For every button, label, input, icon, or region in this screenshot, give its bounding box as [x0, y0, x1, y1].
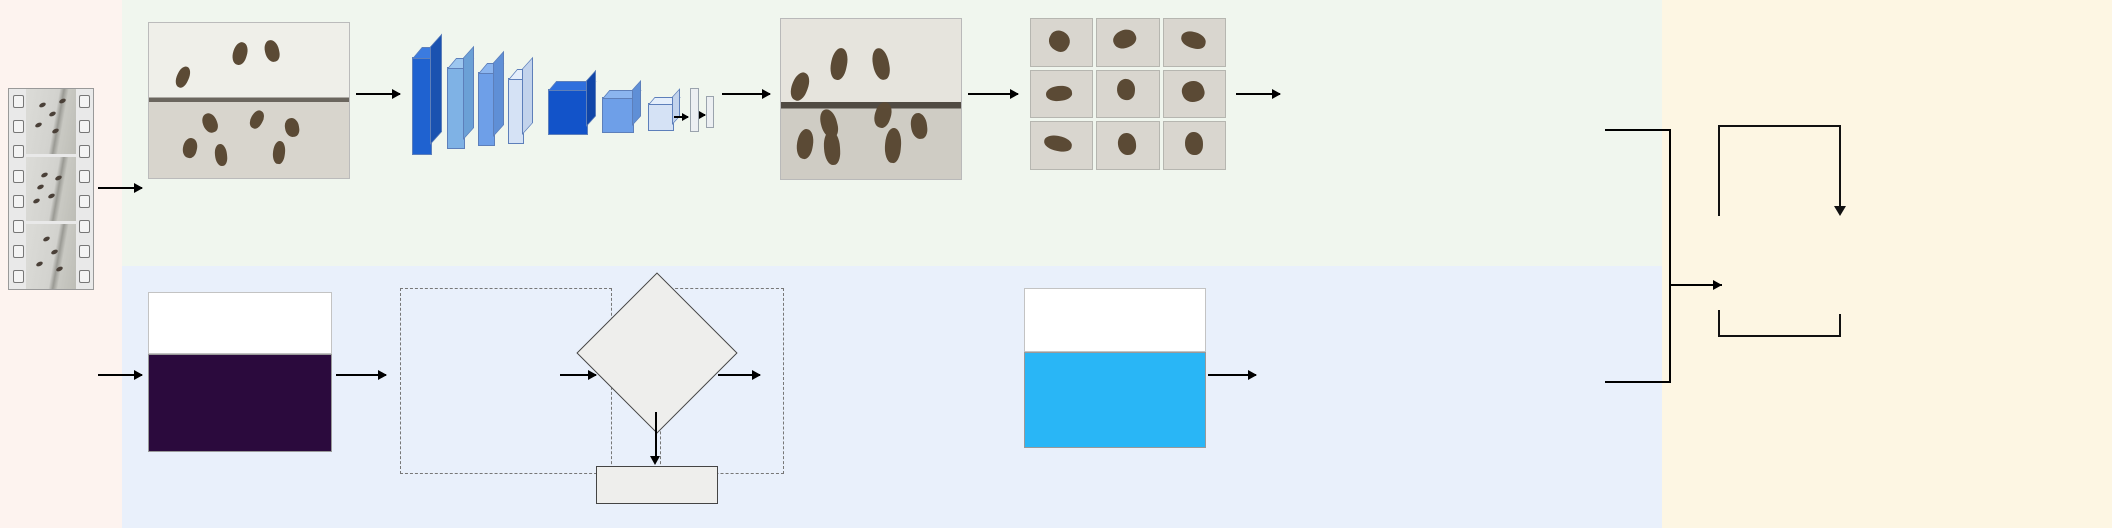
filmstrip-frames — [26, 89, 76, 290]
bee-detection-image — [780, 18, 962, 180]
yolo-layer-6 — [602, 80, 642, 133]
cnn-block1-group — [400, 288, 612, 474]
cropped-image — [1030, 69, 1094, 119]
yolo-layer-4 — [508, 56, 534, 144]
cropped-image — [1162, 121, 1226, 170]
cropped-image — [1096, 121, 1160, 170]
arrow-yolo-to-detection — [722, 89, 771, 99]
audio-stft-spectrogram — [1024, 352, 1206, 448]
cropped-image — [1096, 18, 1160, 67]
yolo-layer-7 — [648, 88, 681, 131]
audio-chroma-spectrogram — [148, 354, 332, 452]
yolo-layer-1 — [412, 33, 443, 155]
arrow-videoframe-to-yolo — [356, 89, 401, 99]
audio-stft-waveform — [1024, 288, 1206, 352]
arrow-cnn-to-decision — [560, 370, 597, 380]
yolo-fc-plate-2 — [706, 96, 714, 128]
cropped-image — [1030, 18, 1094, 67]
yolo-layer-3 — [478, 50, 505, 146]
arrow-decision-no-head — [650, 456, 660, 465]
audio-chroma-waveform — [148, 292, 332, 354]
arrow-yolo-internal-1 — [674, 113, 689, 121]
cropped-image — [1030, 121, 1094, 170]
arrow-stft-to-audiovgg — [1208, 370, 1257, 380]
arrow-yolo-internal-2 — [699, 111, 706, 119]
diagram-canvas — [0, 0, 2112, 528]
cropped-image — [1162, 18, 1226, 67]
arrow-cropped-to-visualvgg — [1236, 89, 1281, 99]
cropped-image — [1162, 69, 1226, 119]
filmstrip-frame — [26, 156, 76, 222]
filmstrip-perforations-left — [10, 89, 26, 289]
arrow-decision-yes — [718, 370, 761, 380]
yolo-fc-plate-1 — [690, 88, 699, 132]
yolo-layer-2 — [447, 45, 475, 149]
arrow-filmstrip-to-chroma — [98, 370, 143, 380]
multimodal-mlp-graph — [1858, 96, 2058, 332]
audio-pipeline-panel — [122, 266, 1662, 528]
yolo-layer-5 — [548, 69, 597, 135]
arrow-filmstrip-to-videoframe — [98, 183, 143, 193]
arrow-detection-to-cropped — [968, 89, 1019, 99]
video-frame-image — [148, 22, 350, 179]
cropped-image — [1096, 69, 1160, 119]
video-filmstrip — [8, 88, 94, 290]
discard-box — [596, 466, 718, 504]
filmstrip-perforations-right — [76, 89, 92, 289]
filmstrip-frame — [26, 224, 76, 290]
filmstrip-frame — [26, 89, 76, 154]
arrow-decision-no-line — [655, 412, 657, 458]
arrow-chroma-to-cnn — [336, 370, 387, 380]
cropped-images-grid — [1030, 18, 1226, 170]
